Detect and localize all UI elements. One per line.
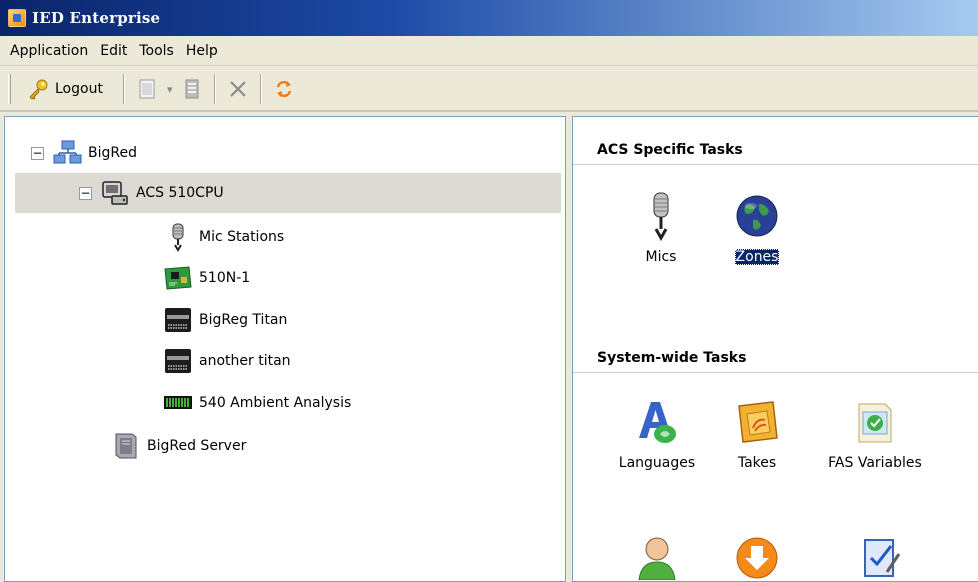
user-icon xyxy=(632,531,682,581)
tasks-panel: ACS Specific Tasks Mics Zones System-wid… xyxy=(572,116,978,582)
tree-item-another-titan[interactable]: another titan xyxy=(163,341,291,381)
tree-item-540-ambient-analysis[interactable]: 540 Ambient Analysis xyxy=(163,383,351,423)
toolbar-separator xyxy=(260,74,263,104)
languages-icon xyxy=(632,397,682,447)
device-tree-panel: − BigRed − ACS 510CPU Mic Stations 510N-… xyxy=(4,116,566,582)
delete-icon[interactable] xyxy=(228,78,248,100)
tree-item-label: another titan xyxy=(199,353,291,369)
task-languages[interactable]: Languages xyxy=(609,397,705,471)
task-fas-variables[interactable]: FAS Variables xyxy=(805,397,945,471)
logout-button[interactable]: Logout xyxy=(19,73,111,105)
tree-item-label: BigRed Server xyxy=(147,438,247,454)
new-document-icon[interactable] xyxy=(137,78,157,100)
tree-item-label: BigRed xyxy=(88,145,137,161)
task-mics[interactable]: Mics xyxy=(613,191,709,265)
server-icon xyxy=(111,431,141,461)
menu-tools[interactable]: Tools xyxy=(133,43,180,59)
task-takes[interactable]: Takes xyxy=(709,397,805,471)
task-label: Takes xyxy=(737,455,777,471)
task-user[interactable] xyxy=(609,531,705,581)
app-icon xyxy=(8,9,26,27)
menu-help[interactable]: Help xyxy=(180,43,224,59)
toolbar-separator xyxy=(214,74,217,104)
tree-item-label: BigReg Titan xyxy=(199,312,288,328)
titan-amp-icon xyxy=(163,305,193,335)
task-checklist[interactable] xyxy=(833,531,929,581)
menu-bar: Application Edit Tools Help xyxy=(0,36,978,66)
task-label: Languages xyxy=(618,455,696,471)
properties-icon[interactable] xyxy=(182,78,202,100)
chevron-down-icon[interactable]: ▾ xyxy=(167,83,173,96)
task-label: Mics xyxy=(645,249,677,265)
tree-item-bigred-server[interactable]: BigRed Server xyxy=(111,426,246,466)
tree-item-acs-510cpu[interactable]: − ACS 510CPU xyxy=(15,173,561,213)
task-label: Zones xyxy=(734,249,780,265)
task-download[interactable] xyxy=(709,531,805,581)
toolbar: Logout ▾ xyxy=(0,68,978,112)
key-icon xyxy=(29,79,48,100)
section-header-acs: ACS Specific Tasks xyxy=(573,135,978,165)
microphone-icon xyxy=(163,222,193,252)
circuit-board-icon xyxy=(163,263,193,293)
collapse-icon[interactable]: − xyxy=(79,186,92,200)
fas-variables-icon xyxy=(850,397,900,447)
ambient-meter-icon xyxy=(163,388,193,418)
menu-application[interactable]: Application xyxy=(4,43,94,59)
microphone-icon xyxy=(636,191,686,241)
takes-icon xyxy=(732,397,782,447)
logout-label: Logout xyxy=(55,81,103,97)
refresh-icon[interactable] xyxy=(274,78,294,100)
collapse-icon[interactable]: − xyxy=(31,146,44,160)
tree-item-510n-1[interactable]: 510N-1 xyxy=(163,258,250,298)
section-header-system: System-wide Tasks xyxy=(573,343,978,373)
tree-item-bigreg-titan[interactable]: BigReg Titan xyxy=(163,300,287,340)
titan-amp-icon xyxy=(163,346,193,376)
tree-item-label: 510N-1 xyxy=(199,270,251,286)
tree-item-label: ACS 510CPU xyxy=(136,185,224,201)
task-zones[interactable]: Zones xyxy=(709,191,805,265)
tree-item-label: Mic Stations xyxy=(199,229,285,245)
toolbar-separator xyxy=(122,74,125,104)
download-arrow-icon xyxy=(732,531,782,581)
globe-icon xyxy=(732,191,782,241)
title-bar[interactable]: IED Enterprise xyxy=(0,0,978,36)
tree-item-mic-stations[interactable]: Mic Stations xyxy=(163,217,284,257)
toolbar-grip[interactable] xyxy=(8,74,11,104)
tree-item-bigred[interactable]: − BigRed xyxy=(31,133,137,173)
tree-item-label: 540 Ambient Analysis xyxy=(199,395,352,411)
cpu-device-icon xyxy=(100,178,130,208)
network-icon xyxy=(52,138,82,168)
checklist-icon xyxy=(856,531,906,581)
menu-edit[interactable]: Edit xyxy=(94,43,133,59)
window-title: IED Enterprise xyxy=(32,9,161,27)
task-label: FAS Variables xyxy=(828,455,922,471)
